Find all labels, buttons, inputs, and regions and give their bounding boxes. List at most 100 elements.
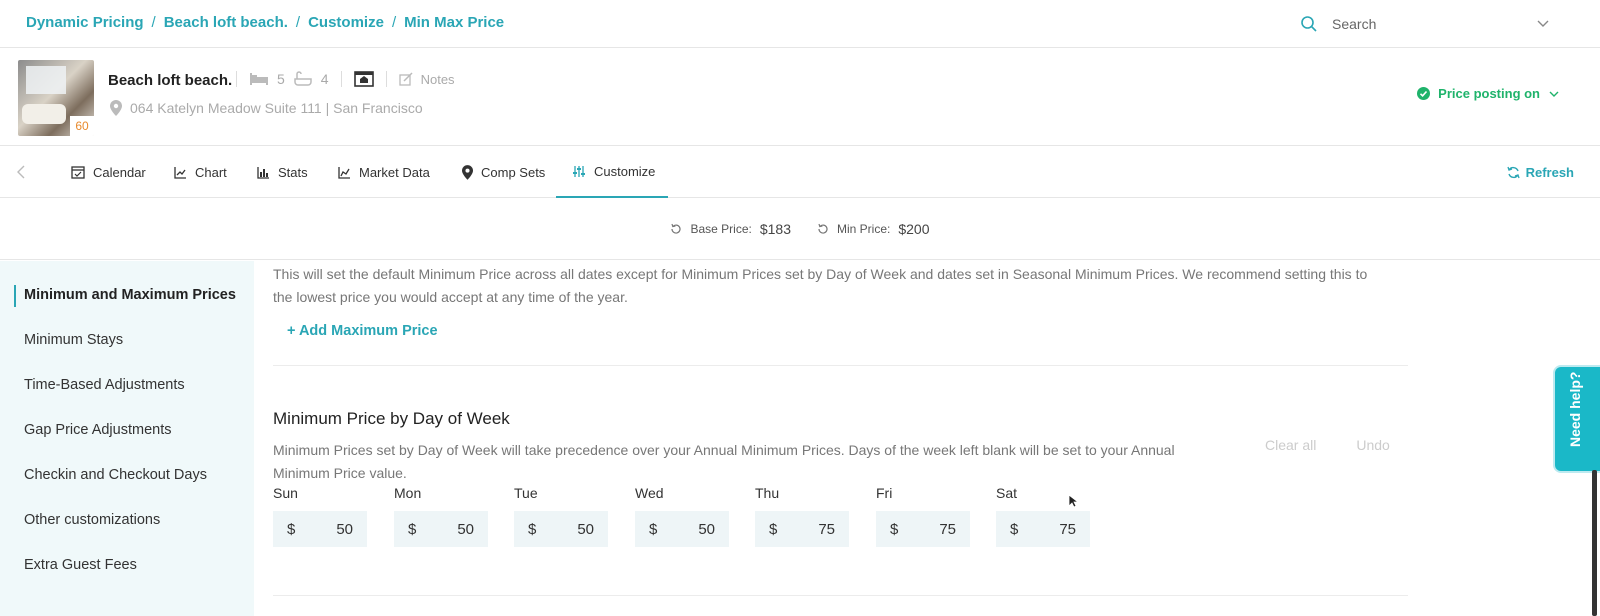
tab-chart[interactable]: Chart bbox=[174, 146, 227, 198]
price-input-fri[interactable]: $75 bbox=[876, 511, 970, 547]
active-indicator bbox=[14, 285, 16, 307]
listing-address-row: 064 Katelyn Meadow Suite 111 | San Franc… bbox=[110, 100, 423, 116]
breadcrumb-customize[interactable]: Customize bbox=[308, 14, 384, 31]
price-input-tue[interactable]: $50 bbox=[514, 511, 608, 547]
tab-label: Market Data bbox=[359, 164, 430, 180]
edit-notes-icon[interactable] bbox=[398, 72, 413, 86]
divider bbox=[273, 595, 1408, 596]
price-value: 75 bbox=[1059, 520, 1076, 538]
history-icon bbox=[671, 223, 682, 234]
need-help-button[interactable]: Need help? bbox=[1555, 367, 1600, 471]
search-input[interactable]: Search bbox=[1332, 16, 1376, 32]
divider bbox=[273, 365, 1408, 366]
price-value: 50 bbox=[577, 520, 594, 538]
bar-chart-icon bbox=[257, 166, 269, 179]
listing-header: 60 Beach loft beach. 5 4 Notes 064 Katel… bbox=[0, 48, 1600, 146]
bathroom-count: 4 bbox=[320, 71, 329, 87]
dow-thu: Thu $75 bbox=[755, 485, 849, 547]
price-posting-toggle[interactable]: Price posting on bbox=[1417, 86, 1560, 101]
sidebar-item-other-customizations[interactable]: Other customizations bbox=[24, 512, 160, 528]
breadcrumb-dynamic-pricing[interactable]: Dynamic Pricing bbox=[26, 14, 144, 31]
search-icon bbox=[1301, 16, 1317, 32]
currency-symbol: $ bbox=[649, 520, 658, 538]
tab-comp-sets[interactable]: Comp Sets bbox=[462, 146, 545, 198]
refresh-button[interactable]: Refresh bbox=[1506, 146, 1574, 198]
price-summary: Base Price: $183 Min Price: $200 bbox=[0, 198, 1600, 260]
dow-fri: Fri $75 bbox=[876, 485, 970, 547]
currency-symbol: $ bbox=[287, 520, 296, 538]
area-chart-icon bbox=[338, 166, 350, 179]
dow-wed: Wed $50 bbox=[635, 485, 729, 547]
sidebar-item-time-based-adjustments[interactable]: Time-Based Adjustments bbox=[24, 377, 185, 393]
breadcrumb-min-max-price: Min Max Price bbox=[404, 14, 505, 31]
notes-link[interactable]: Notes bbox=[421, 72, 455, 87]
history-icon bbox=[818, 223, 828, 234]
top-bar: Dynamic Pricing / Beach loft beach. / Cu… bbox=[0, 0, 1600, 48]
price-input-thu[interactable]: $75 bbox=[755, 511, 849, 547]
tab-label: Chart bbox=[195, 164, 227, 180]
sidebar-item-min-max-prices[interactable]: Minimum and Maximum Prices bbox=[24, 287, 236, 303]
day-label: Tue bbox=[514, 485, 538, 501]
clear-all-button[interactable]: Clear all bbox=[1265, 437, 1316, 453]
divider bbox=[236, 71, 237, 87]
tab-label: Comp Sets bbox=[481, 164, 546, 180]
breadcrumb-listing[interactable]: Beach loft beach. bbox=[164, 14, 288, 31]
day-label: Thu bbox=[755, 485, 780, 501]
tab-customize[interactable]: Customize bbox=[556, 146, 668, 198]
price-value: 50 bbox=[457, 520, 474, 538]
scrollbar-thumb[interactable] bbox=[1592, 470, 1597, 616]
day-label: Fri bbox=[876, 485, 893, 501]
dow-sun: Sun $50 bbox=[273, 485, 367, 547]
listing-address: 064 Katelyn Meadow Suite 111 | San Franc… bbox=[130, 100, 423, 116]
undo-button[interactable]: Undo bbox=[1356, 437, 1389, 453]
tab-label: Stats bbox=[278, 164, 308, 180]
nav-tabs: Calendar Chart Stats Market Data Comp Se… bbox=[0, 146, 1600, 198]
need-help-label: Need help? bbox=[1567, 371, 1583, 447]
search-box[interactable]: Search bbox=[1300, 10, 1560, 38]
dow-actions: Clear all Undo bbox=[1265, 437, 1390, 453]
dow-section-title: Minimum Price by Day of Week bbox=[273, 409, 510, 428]
bath-icon bbox=[294, 71, 312, 86]
listing-thumbnail[interactable]: 60 bbox=[18, 60, 94, 136]
tab-stats[interactable]: Stats bbox=[257, 146, 308, 198]
price-value: 50 bbox=[336, 520, 353, 538]
property-type-icon[interactable] bbox=[353, 70, 374, 88]
day-label: Mon bbox=[394, 485, 422, 501]
add-maximum-price-button[interactable]: + Add Maximum Price bbox=[287, 323, 438, 339]
price-input-sun[interactable]: $50 bbox=[273, 511, 367, 547]
sidebar-item-gap-price-adjustments[interactable]: Gap Price Adjustments bbox=[24, 422, 172, 438]
price-input-mon[interactable]: $50 bbox=[394, 511, 488, 547]
sidebar-item-extra-guest-fees[interactable]: Extra Guest Fees bbox=[24, 557, 137, 573]
tab-market-data[interactable]: Market Data bbox=[338, 146, 430, 198]
check-circle-icon bbox=[1417, 87, 1431, 100]
price-input-wed[interactable]: $50 bbox=[635, 511, 729, 547]
breadcrumb-separator: / bbox=[295, 14, 301, 31]
base-price-value: $183 bbox=[759, 220, 791, 237]
dow-description: Minimum Prices set by Day of Week will t… bbox=[273, 442, 1175, 481]
chevron-left-icon[interactable] bbox=[16, 165, 26, 179]
min-price-label: Min Price: bbox=[837, 221, 891, 236]
location-pin-icon bbox=[110, 100, 122, 116]
bedroom-count: 5 bbox=[277, 71, 285, 87]
dow-mon: Mon $50 bbox=[394, 485, 488, 547]
min-price-value: $200 bbox=[898, 220, 930, 237]
refresh-label: Refresh bbox=[1525, 164, 1574, 180]
tab-label: Calendar bbox=[93, 164, 146, 180]
customize-sidebar: Minimum and Maximum Prices Minimum Stays… bbox=[0, 261, 254, 616]
breadcrumb-separator: / bbox=[151, 14, 156, 31]
listing-name: Beach loft beach. bbox=[108, 72, 233, 89]
sidebar-item-minimum-stays[interactable]: Minimum Stays bbox=[24, 332, 123, 348]
sidebar-item-checkin-checkout-days[interactable]: Checkin and Checkout Days bbox=[24, 467, 207, 483]
mouse-cursor-icon bbox=[1068, 494, 1078, 508]
main-content: This will set the default Minimum Price … bbox=[273, 261, 1408, 616]
dow-tue: Tue $50 bbox=[514, 485, 608, 547]
day-label: Wed bbox=[635, 485, 664, 501]
tab-calendar[interactable]: Calendar bbox=[71, 146, 146, 198]
currency-symbol: $ bbox=[769, 520, 778, 538]
bed-icon bbox=[250, 73, 268, 85]
tab-label: Customize bbox=[594, 163, 656, 179]
chevron-down-icon[interactable] bbox=[1536, 16, 1550, 30]
thumbnail-sofa bbox=[22, 104, 66, 124]
price-input-sat[interactable]: $75 bbox=[996, 511, 1090, 547]
price-value: 50 bbox=[698, 520, 715, 538]
